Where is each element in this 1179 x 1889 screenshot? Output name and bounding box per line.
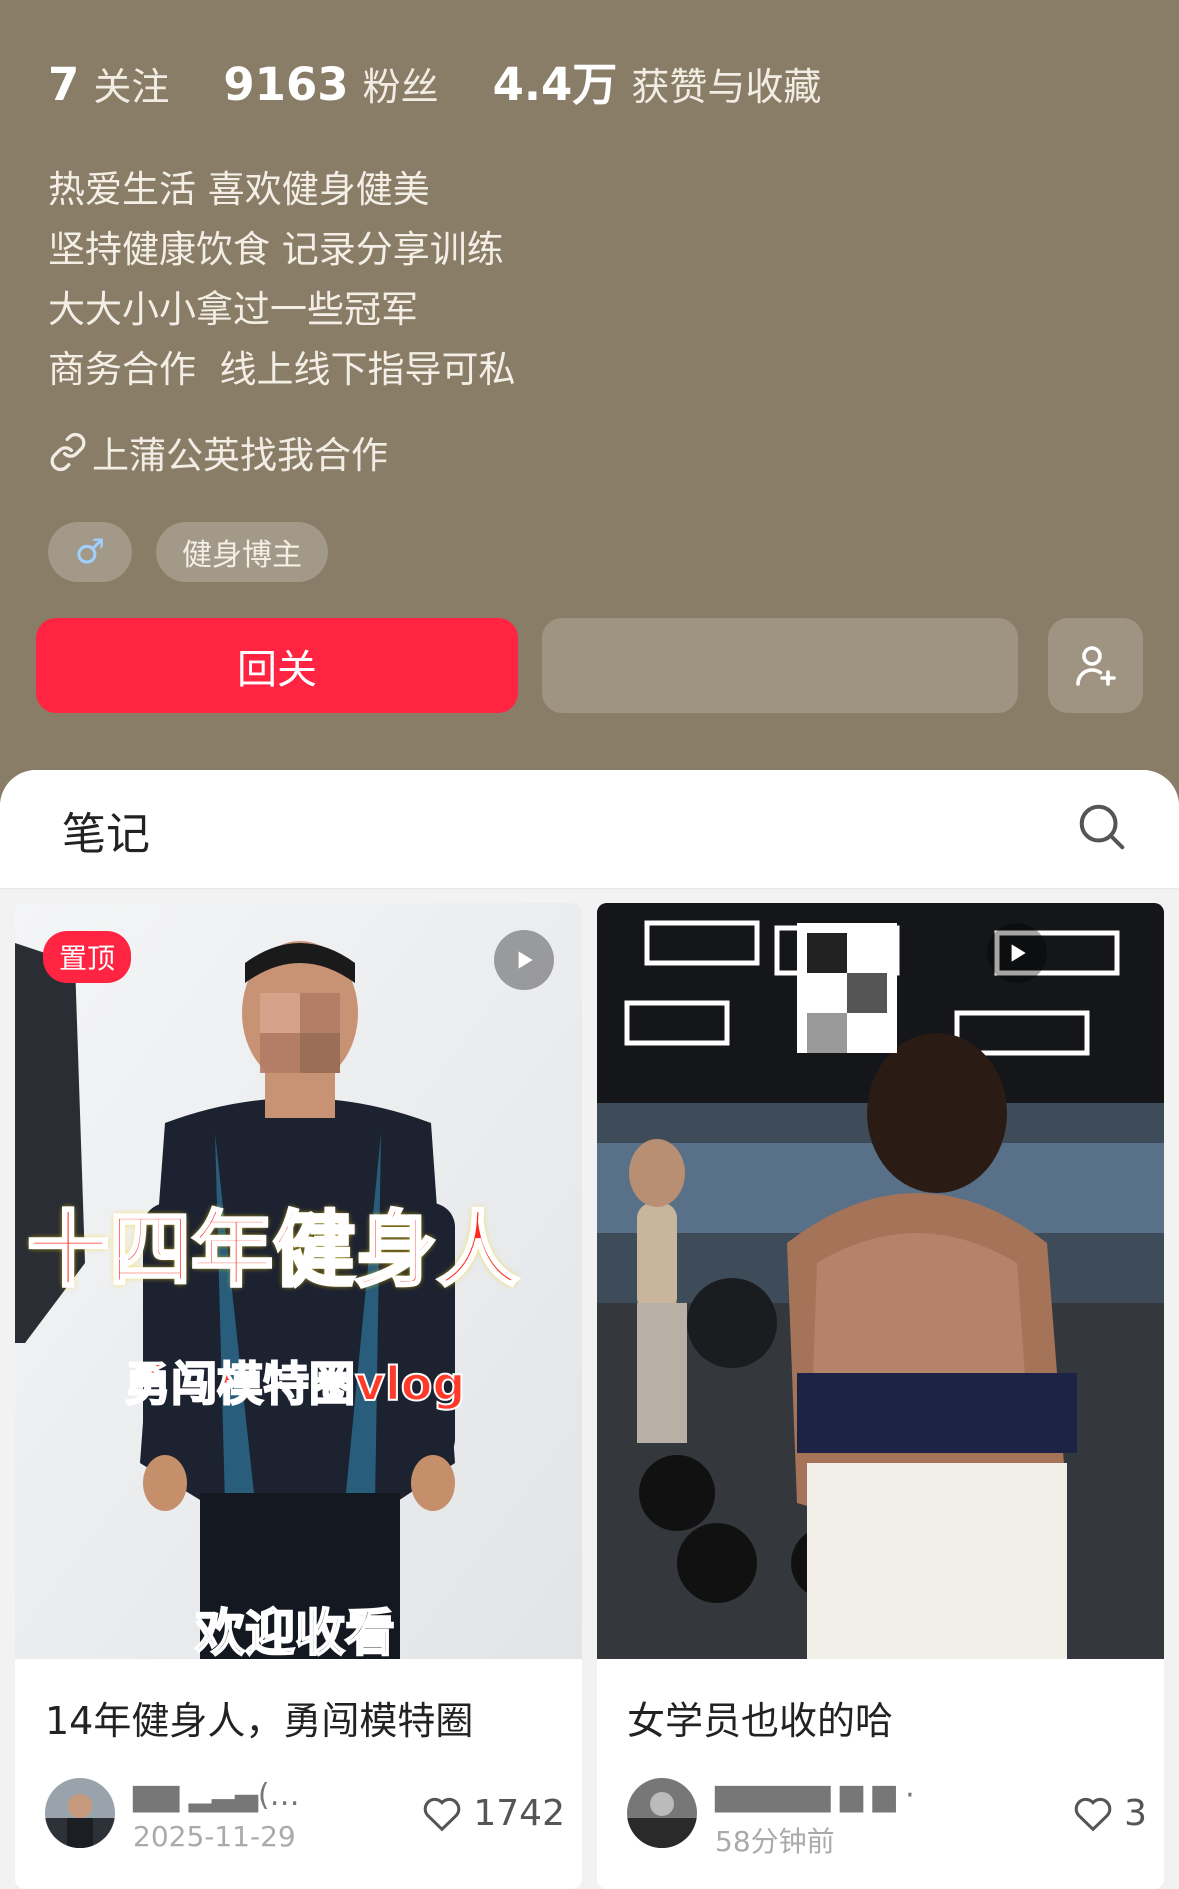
bio-line: 坚持健康饮食 记录分享训练 <box>48 228 504 271</box>
search-icon[interactable] <box>1075 800 1129 854</box>
video-play-icon <box>494 930 554 990</box>
add-friend-button[interactable] <box>1048 618 1143 713</box>
follow-back-button[interactable]: 回关 <box>36 618 518 713</box>
note-title[interactable]: 女学员也收的哈 <box>627 1690 893 1745</box>
author-avatar[interactable] <box>45 1778 115 1848</box>
note-meta: ▆▆▆▆▆ ▆ ▆ · 58分钟前 3 <box>627 1778 1147 1858</box>
likes-collects-label: 获赞与收藏 <box>631 65 822 109</box>
link-icon <box>50 432 86 472</box>
tab-notes[interactable]: 笔记 <box>62 798 150 862</box>
male-icon: ♂ <box>74 532 106 572</box>
collab-link-text: 上蒲公英找我合作 <box>92 434 388 477</box>
bio-line: 热爱生活 喜欢健身健美 <box>48 168 430 211</box>
pinned-badge: 置顶 <box>43 931 132 983</box>
note-cover-image[interactable]: 十四年健身人 勇闯模特圈vlog 欢迎收看 置顶 <box>15 903 582 1659</box>
note-meta: ▆▆ ▂▃▄(… 2025-11-29 1742 <box>45 1778 565 1858</box>
note-cover-image[interactable] <box>597 903 1164 1659</box>
cover-caption-big: 十四年健身人 <box>25 1202 520 1300</box>
profile-stats: 7 关注 9163 粉丝 4.4万 获赞与收藏 <box>48 48 875 113</box>
cover-caption-mid: 勇闯模特圈vlog <box>124 1356 466 1412</box>
video-play-icon <box>987 923 1047 983</box>
like-button[interactable]: 1742 <box>419 1790 565 1836</box>
note-card[interactable]: 十四年健身人 勇闯模特圈vlog 欢迎收看 置顶 14年健身人，勇闯模特圈 ▆▆… <box>15 903 582 1889</box>
like-count: 1742 <box>473 1792 565 1834</box>
note-title[interactable]: 14年健身人，勇闯模特圈 <box>45 1690 473 1745</box>
heart-icon <box>424 1797 461 1832</box>
profile-actions: 回关 <box>36 618 1143 713</box>
likes-collects-count: 4.4万 <box>492 58 618 111</box>
cover-photo <box>597 903 1164 1659</box>
cover-caption-bottom: 欢迎收看 <box>194 1603 396 1659</box>
following-count: 7 <box>48 58 80 111</box>
author-name[interactable]: ▆▆▆▆▆ ▆ ▆ · <box>715 1778 915 1813</box>
collab-link[interactable]: 上蒲公英找我合作 <box>48 425 388 479</box>
profile-header: 7 关注 9163 粉丝 4.4万 获赞与收藏 热爱生活 喜欢健身健美 坚持健康… <box>0 0 1179 775</box>
followers-label: 粉丝 <box>362 65 439 109</box>
notes-panel: 笔记 十四年健身人 勇闯模特圈vlog 欢迎收看 置顶 14年健身人，勇闯模特圈… <box>0 770 1179 1889</box>
heart-icon <box>1074 1797 1112 1832</box>
add-user-icon <box>1075 645 1116 686</box>
bio-line: 商务合作 线上线下指导可私 <box>48 348 516 391</box>
like-count: 3 <box>1124 1792 1147 1834</box>
author-name[interactable]: ▆▆ ▂▃▄(… <box>133 1778 300 1813</box>
author-avatar[interactable] <box>627 1778 697 1848</box>
followers-count: 9163 <box>223 58 349 111</box>
post-date: 2025-11-29 <box>133 1820 296 1853</box>
followers-stat[interactable]: 9163 粉丝 <box>223 56 438 111</box>
note-card[interactable]: 女学员也收的哈 ▆▆▆▆▆ ▆ ▆ · 58分钟前 3 <box>597 903 1164 1889</box>
profile-bio: 热爱生活 喜欢健身健美 坚持健康饮食 记录分享训练 大大小小拿过一些冠军 商务合… <box>48 160 516 400</box>
like-button[interactable]: 3 <box>1070 1790 1147 1836</box>
bio-line: 大大小小拿过一些冠军 <box>48 288 418 331</box>
post-date: 58分钟前 <box>715 1825 835 1858</box>
gender-tag: ♂ <box>48 522 132 582</box>
likes-collects-stat[interactable]: 4.4万 获赞与收藏 <box>493 48 822 113</box>
message-button[interactable] <box>542 618 1018 713</box>
following-label: 关注 <box>93 65 170 109</box>
profile-tags: ♂ 健身博主 <box>48 522 352 582</box>
following-stat[interactable]: 7 关注 <box>48 56 169 111</box>
notes-tab-bar: 笔记 <box>0 770 1179 889</box>
category-tag: 健身博主 <box>156 522 328 582</box>
